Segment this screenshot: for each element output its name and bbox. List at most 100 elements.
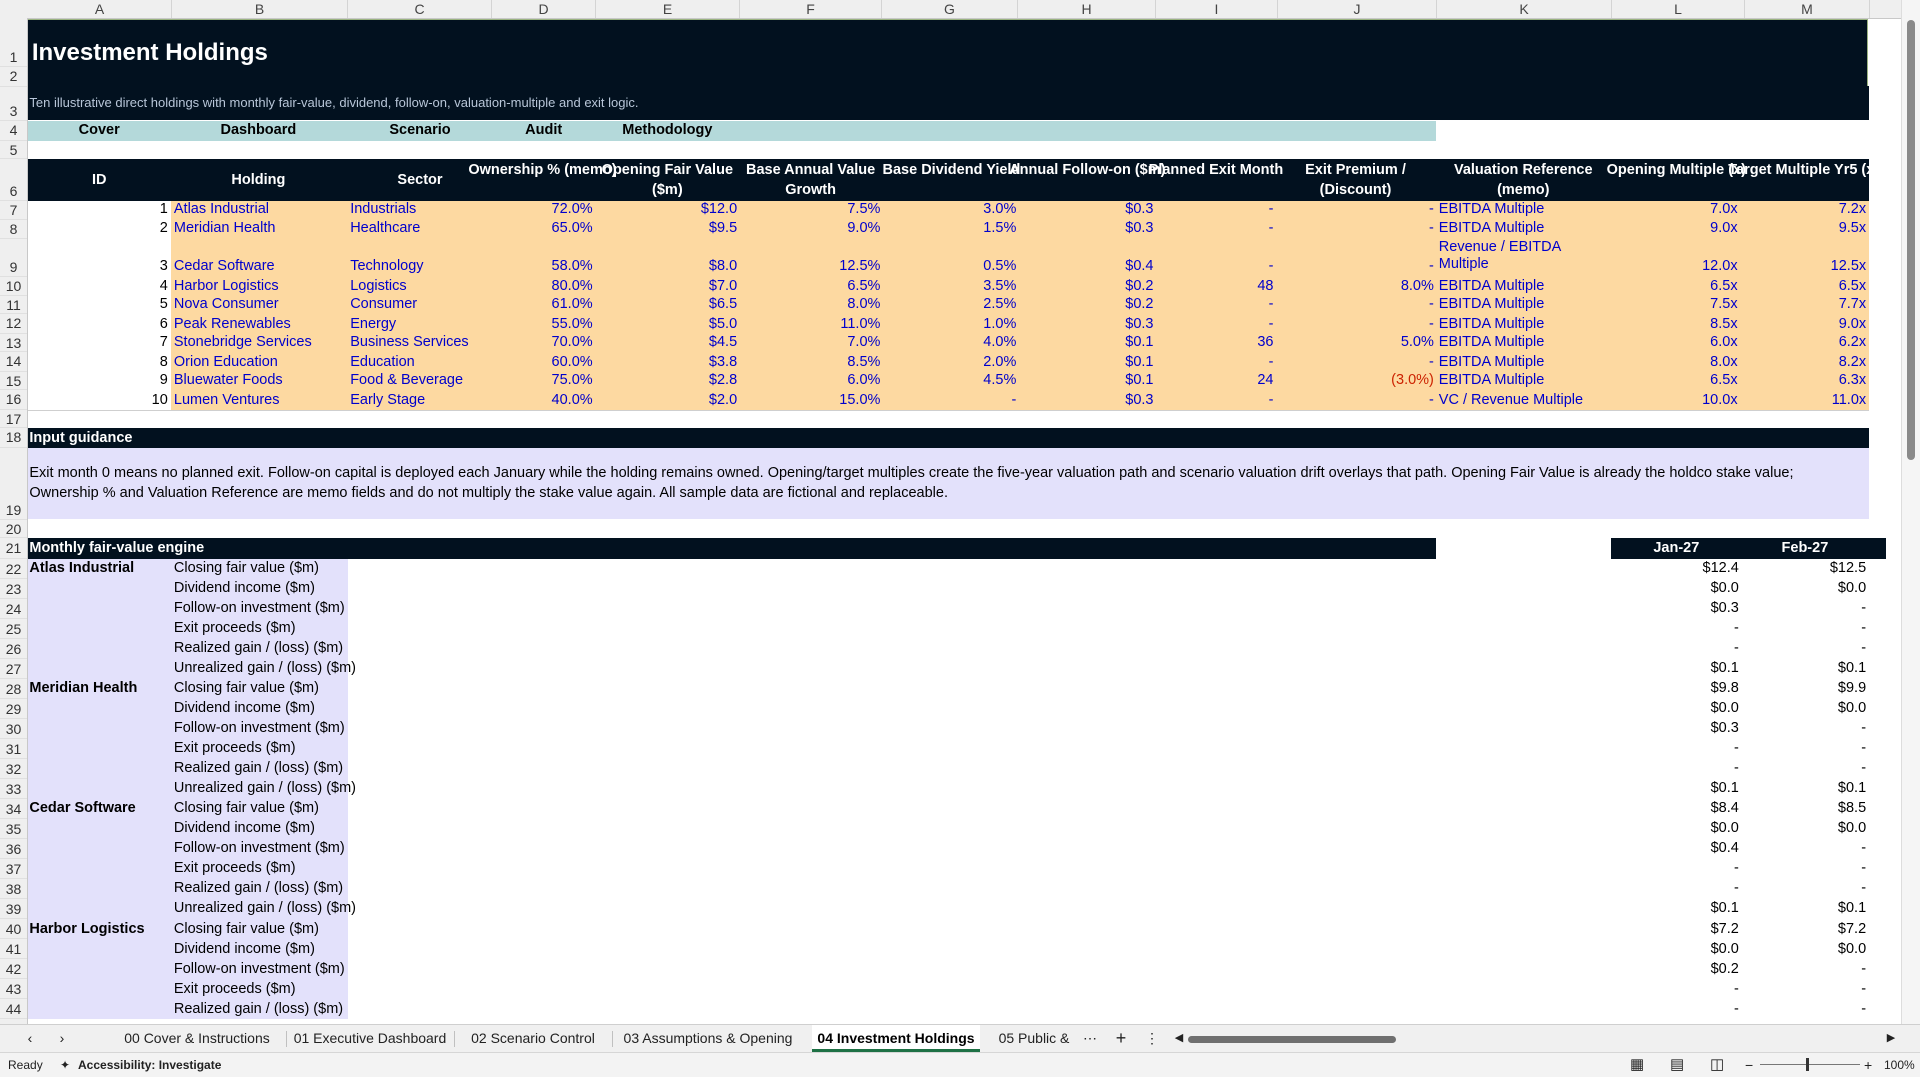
row-header-4[interactable]: 4 [0, 121, 27, 141]
row-header-38[interactable]: 38 [0, 879, 27, 900]
planned-exit-month[interactable]: 36 [1257, 334, 1273, 351]
page-layout-icon[interactable]: ▤ [1670, 1053, 1684, 1077]
target-multiple[interactable]: 7.7x [1839, 296, 1866, 313]
exit-premium[interactable]: - [1429, 220, 1434, 237]
row-header-16[interactable]: 16 [0, 390, 27, 410]
annual-follow-on[interactable]: $0.4 [1125, 258, 1153, 275]
row-header-36[interactable]: 36 [0, 839, 27, 860]
add-sheet-icon[interactable]: + [1110, 1025, 1132, 1052]
row-header-5[interactable]: 5 [0, 141, 27, 160]
row-header-35[interactable]: 35 [0, 819, 27, 840]
opening-multiple[interactable]: 7.5x [1710, 296, 1737, 313]
row-header-15[interactable]: 15 [0, 372, 27, 391]
more-tabs-icon[interactable]: ⋯ [1080, 1025, 1100, 1052]
planned-exit-month[interactable]: - [1269, 354, 1274, 371]
ownership-pct[interactable]: 58.0% [552, 258, 593, 275]
row-header-28[interactable]: 28 [0, 679, 27, 700]
holding-name[interactable]: Meridian Health [174, 220, 276, 237]
ownership-pct[interactable]: 40.0% [552, 392, 593, 409]
ownership-pct[interactable]: 65.0% [552, 220, 593, 237]
annual-follow-on[interactable]: $0.1 [1125, 372, 1153, 389]
row-header-33[interactable]: 33 [0, 779, 27, 800]
row-header-19[interactable]: 19 [0, 448, 27, 520]
column-header-b[interactable]: B [172, 0, 348, 18]
planned-exit-month[interactable]: - [1269, 220, 1274, 237]
opening-fair-value[interactable]: $8.0 [709, 258, 737, 275]
exit-premium[interactable]: (3.0%) [1391, 372, 1434, 389]
valuation-reference[interactable]: EBITDA Multiple [1439, 354, 1545, 371]
row-header-22[interactable]: 22 [0, 559, 27, 580]
planned-exit-month[interactable]: - [1269, 296, 1274, 313]
row-header-13[interactable]: 13 [0, 334, 27, 353]
row-header-44[interactable]: 44 [0, 999, 27, 1020]
exit-premium[interactable]: - [1429, 201, 1434, 218]
row-header-29[interactable]: 29 [0, 699, 27, 720]
row-header-23[interactable]: 23 [0, 579, 27, 600]
row-header-31[interactable]: 31 [0, 739, 27, 760]
row-header-18[interactable]: 18 [0, 428, 27, 448]
opening-multiple[interactable]: 8.0x [1710, 354, 1737, 371]
opening-fair-value[interactable]: $6.5 [709, 296, 737, 313]
opening-fair-value[interactable]: $2.8 [709, 372, 737, 389]
valuation-reference[interactable]: Revenue / EBITDA Multiple [1439, 239, 1586, 273]
base-value-growth[interactable]: 9.0% [847, 220, 880, 237]
row-header-34[interactable]: 34 [0, 799, 27, 820]
base-value-growth[interactable]: 7.0% [847, 334, 880, 351]
opening-fair-value[interactable]: $7.0 [709, 278, 737, 295]
base-value-growth[interactable]: 7.5% [847, 201, 880, 218]
ownership-pct[interactable]: 61.0% [552, 296, 593, 313]
accessibility-status[interactable]: Accessibility: Investigate [78, 1053, 221, 1077]
planned-exit-month[interactable]: - [1269, 316, 1274, 333]
row-header-42[interactable]: 42 [0, 959, 27, 980]
row-header-40[interactable]: 40 [0, 919, 27, 940]
opening-fair-value[interactable]: $4.5 [709, 334, 737, 351]
valuation-reference[interactable]: EBITDA Multiple [1439, 220, 1545, 237]
exit-premium[interactable]: 8.0% [1401, 278, 1434, 295]
opening-fair-value[interactable]: $12.0 [701, 201, 737, 218]
row-header-24[interactable]: 24 [0, 599, 27, 620]
target-multiple[interactable]: 12.5x [1831, 258, 1866, 275]
ownership-pct[interactable]: 75.0% [552, 372, 593, 389]
opening-multiple[interactable]: 7.0x [1710, 201, 1737, 218]
column-header-m[interactable]: M [1745, 0, 1870, 18]
base-dividend-yield[interactable]: 4.5% [983, 372, 1016, 389]
holding-sector[interactable]: Education [350, 354, 415, 371]
target-multiple[interactable]: 8.2x [1839, 354, 1866, 371]
valuation-reference[interactable]: EBITDA Multiple [1439, 372, 1545, 389]
holding-sector[interactable]: Consumer [350, 296, 417, 313]
holding-name[interactable]: Bluewater Foods [174, 372, 283, 389]
opening-fair-value[interactable]: $3.8 [709, 354, 737, 371]
ownership-pct[interactable]: 80.0% [552, 278, 593, 295]
exit-premium[interactable]: 5.0% [1401, 334, 1434, 351]
ownership-pct[interactable]: 72.0% [552, 201, 593, 218]
zoom-level[interactable]: 100% [1884, 1053, 1915, 1077]
hscroll-left-icon[interactable]: ◀ [1172, 1025, 1186, 1052]
planned-exit-month[interactable]: 48 [1257, 278, 1273, 295]
base-dividend-yield[interactable]: 4.0% [983, 334, 1016, 351]
target-multiple[interactable]: 11.0x [1832, 392, 1866, 409]
exit-premium[interactable]: - [1429, 316, 1434, 333]
column-header-d[interactable]: D [492, 0, 596, 18]
tab-public[interactable]: 05 Public & [992, 1025, 1076, 1052]
zoom-in-icon[interactable]: + [1864, 1053, 1872, 1077]
ownership-pct[interactable]: 60.0% [552, 354, 593, 371]
holding-name[interactable]: Atlas Industrial [174, 201, 269, 218]
holding-sector[interactable]: Healthcare [350, 220, 420, 237]
cell-grid[interactable]: Investment Holdings Ten illustrative dire… [28, 19, 1902, 1024]
spreadsheet-area[interactable]: ABCDEFGHIJKLM 1 2 3 4 5 6 7 8 9 10 11 12 13 14 15 16 17 1… [0, 0, 1920, 1024]
annual-follow-on[interactable]: $0.3 [1125, 201, 1153, 218]
base-value-growth[interactable]: 12.5% [839, 258, 880, 275]
planned-exit-month[interactable]: - [1269, 258, 1274, 275]
annual-follow-on[interactable]: $0.2 [1125, 296, 1153, 313]
planned-exit-month[interactable]: - [1269, 392, 1274, 409]
valuation-reference[interactable]: EBITDA Multiple [1439, 201, 1545, 218]
opening-multiple[interactable]: 6.0x [1710, 334, 1737, 351]
planned-exit-month[interactable]: - [1269, 201, 1274, 218]
target-multiple[interactable]: 6.5x [1839, 278, 1866, 295]
tab-options-icon[interactable]: ⋮ [1142, 1025, 1162, 1052]
zoom-slider-thumb[interactable] [1806, 1058, 1809, 1071]
ownership-pct[interactable]: 55.0% [552, 316, 593, 333]
base-value-growth[interactable]: 11.0% [840, 316, 880, 333]
column-header-k[interactable]: K [1437, 0, 1612, 18]
page-break-view-icon[interactable]: ◫ [1710, 1053, 1724, 1077]
